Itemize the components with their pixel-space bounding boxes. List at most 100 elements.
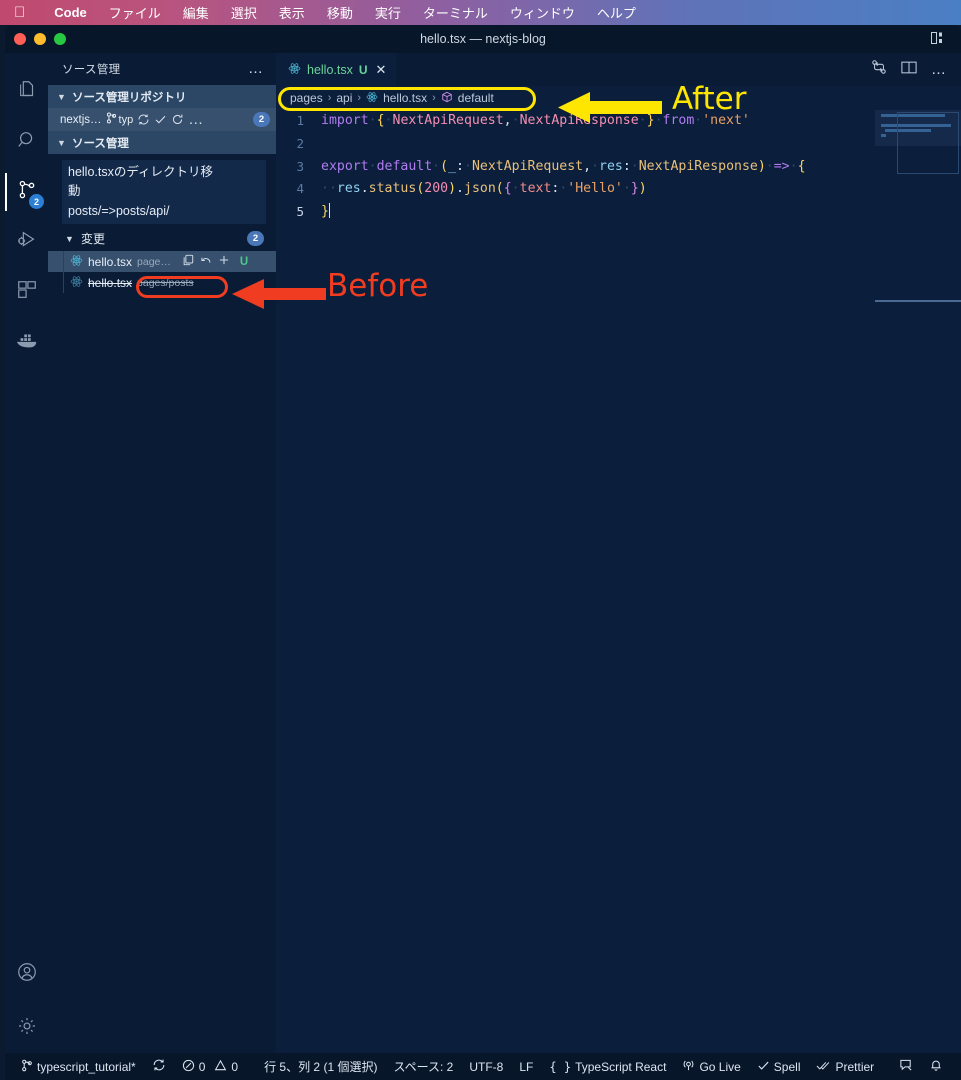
refresh-icon[interactable]	[171, 113, 184, 126]
error-icon	[182, 1059, 195, 1075]
annotation-arrow-after	[558, 92, 662, 123]
status-bar: typescript_tutorial* 0 0 行 5、列 2 (1 個選択)…	[5, 1053, 961, 1080]
status-feedback[interactable]	[891, 1058, 921, 1075]
discard-changes-icon[interactable]	[200, 254, 212, 269]
maximize-window-button[interactable]	[54, 33, 66, 45]
section-changes[interactable]: ▼ 変更 2	[48, 226, 276, 251]
status-go-live[interactable]: Go Live	[674, 1059, 748, 1075]
section-source-control[interactable]: ▼ ソース管理	[48, 131, 276, 154]
status-cursor-position[interactable]: 行 5、列 2 (1 個選択)	[256, 1058, 385, 1075]
activity-item-source-control[interactable]: 2	[5, 167, 48, 217]
sync-icon[interactable]	[137, 113, 150, 126]
activity-item-account[interactable]	[5, 953, 48, 1003]
status-prettier[interactable]: Prettier	[808, 1059, 882, 1075]
line-number: 4	[296, 181, 304, 197]
tab-git-status: U	[358, 63, 368, 77]
chevron-down-icon: ▼	[57, 137, 66, 148]
activity-item-explorer[interactable]	[5, 67, 48, 117]
commit-message-line-3: posts/=>posts/api/	[68, 203, 170, 218]
branch-icon	[21, 1059, 33, 1075]
status-indentation[interactable]: スペース: 2	[385, 1058, 461, 1075]
annotation-arrow-before	[232, 279, 326, 309]
close-icon[interactable]: ✕	[376, 62, 387, 78]
menu-item-selection[interactable]: 選択	[220, 3, 268, 22]
vscode-window: hello.tsx — nextjs-blog 2 ソース管理 … ▼ ソース管…	[5, 25, 961, 1080]
minimize-window-button[interactable]	[34, 33, 46, 45]
sync-icon	[152, 1058, 166, 1075]
menu-item-help[interactable]: ヘルプ	[586, 3, 647, 22]
repository-more-icon[interactable]: …	[188, 112, 204, 127]
status-spell[interactable]: Spell	[749, 1059, 809, 1075]
apple-icon[interactable]: 	[14, 5, 25, 20]
checks-icon	[816, 1059, 831, 1075]
menu-item-terminal[interactable]: ターミナル	[412, 3, 499, 22]
code-editor[interactable]: 1 import·{·NextApiRequest,·NextApiRespon…	[276, 110, 961, 1053]
tab-label: hello.tsx	[307, 63, 353, 77]
code-line-4: 4 ··res.status(200).json({·text:·'Hello'…	[276, 178, 961, 201]
open-file-icon[interactable]	[182, 254, 194, 269]
status-branch[interactable]: typescript_tutorial*	[13, 1059, 144, 1075]
changes-file-status: U	[239, 255, 249, 268]
section-repositories-label: ソース管理リポジトリ	[72, 91, 187, 104]
sidebar-header: ソース管理 …	[48, 53, 276, 85]
minimap[interactable]	[875, 110, 961, 1053]
menu-item-view[interactable]: 表示	[268, 3, 316, 22]
broadcast-icon	[682, 1059, 695, 1075]
section-source-control-label: ソース管理	[72, 137, 129, 150]
compare-changes-icon[interactable]	[871, 59, 887, 80]
close-window-button[interactable]	[14, 33, 26, 45]
status-eol[interactable]: LF	[511, 1060, 541, 1074]
status-language-mode[interactable]: { } TypeScript React	[541, 1060, 674, 1074]
code-line-text: export·default·(_:·NextApiRequest,·res:·…	[321, 158, 806, 174]
line-number: 1	[296, 113, 304, 128]
section-repositories[interactable]: ▼ ソース管理リポジトリ	[48, 85, 276, 108]
activity-item-settings[interactable]	[5, 1003, 48, 1053]
annotation-highlight-after	[278, 87, 536, 111]
react-file-icon	[70, 275, 83, 291]
status-problems[interactable]: 0 0	[174, 1059, 246, 1075]
activity-bar: 2	[5, 53, 48, 1053]
more-actions-icon[interactable]: …	[931, 62, 947, 77]
status-sync[interactable]	[144, 1058, 174, 1075]
menu-item-file[interactable]: ファイル	[98, 3, 172, 22]
menu-item-code[interactable]: Code	[43, 5, 98, 20]
layout-toggle-icon[interactable]	[931, 31, 947, 45]
activity-item-search[interactable]	[5, 117, 48, 167]
commit-message-input[interactable]: hello.tsxのディレクトリ移 動 posts/=>posts/api/	[62, 160, 266, 225]
repository-change-badge: 2	[253, 112, 270, 127]
menu-item-window[interactable]: ウィンドウ	[499, 3, 586, 22]
text-cursor	[328, 203, 331, 219]
editor-tabs-bar: hello.tsx U ✕ …	[276, 53, 961, 86]
status-warning-count: 0	[231, 1059, 239, 1074]
sidebar-more-icon[interactable]: …	[248, 61, 264, 76]
stage-changes-icon[interactable]	[218, 254, 230, 269]
menu-item-go[interactable]: 移動	[316, 3, 364, 22]
code-line-3: 3 export·default·(_:·NextApiRequest,·res…	[276, 156, 961, 179]
chevron-down-icon: ▼	[65, 233, 74, 244]
menu-item-edit[interactable]: 編集	[172, 3, 220, 22]
changes-file-row-1[interactable]: hello.tsx page… U	[48, 251, 276, 273]
changes-file-path: page…	[137, 255, 171, 268]
status-encoding[interactable]: UTF-8	[461, 1060, 511, 1074]
macos-menu-bar:  Code ファイル 編集 選択 表示 移動 実行 ターミナル ウィンドウ ヘ…	[0, 0, 961, 25]
branch-icon	[106, 112, 117, 127]
repository-branch[interactable]: typ	[106, 112, 134, 127]
activity-item-run-debug[interactable]	[5, 217, 48, 267]
status-notifications[interactable]	[921, 1058, 951, 1075]
code-line-5: 5 }	[276, 201, 961, 224]
window-title: hello.tsx — nextjs-blog	[420, 32, 546, 46]
status-go-live-label: Go Live	[699, 1059, 741, 1074]
line-number: 3	[296, 158, 304, 174]
commit-check-icon[interactable]	[154, 113, 167, 126]
tab-hello-tsx[interactable]: hello.tsx U ✕	[276, 53, 397, 86]
minimap-viewport-box	[897, 112, 959, 174]
annotation-label-after: After	[672, 81, 747, 117]
chevron-down-icon: ▼	[57, 91, 66, 102]
activity-item-extensions[interactable]	[5, 267, 48, 317]
menu-item-run[interactable]: 実行	[364, 3, 412, 22]
repository-branch-label: typ	[118, 113, 134, 126]
status-error-count: 0	[198, 1059, 206, 1074]
activity-item-docker[interactable]	[5, 317, 48, 367]
split-editor-icon[interactable]	[901, 60, 917, 80]
repository-row[interactable]: nextjs… typ … 2	[48, 108, 276, 131]
